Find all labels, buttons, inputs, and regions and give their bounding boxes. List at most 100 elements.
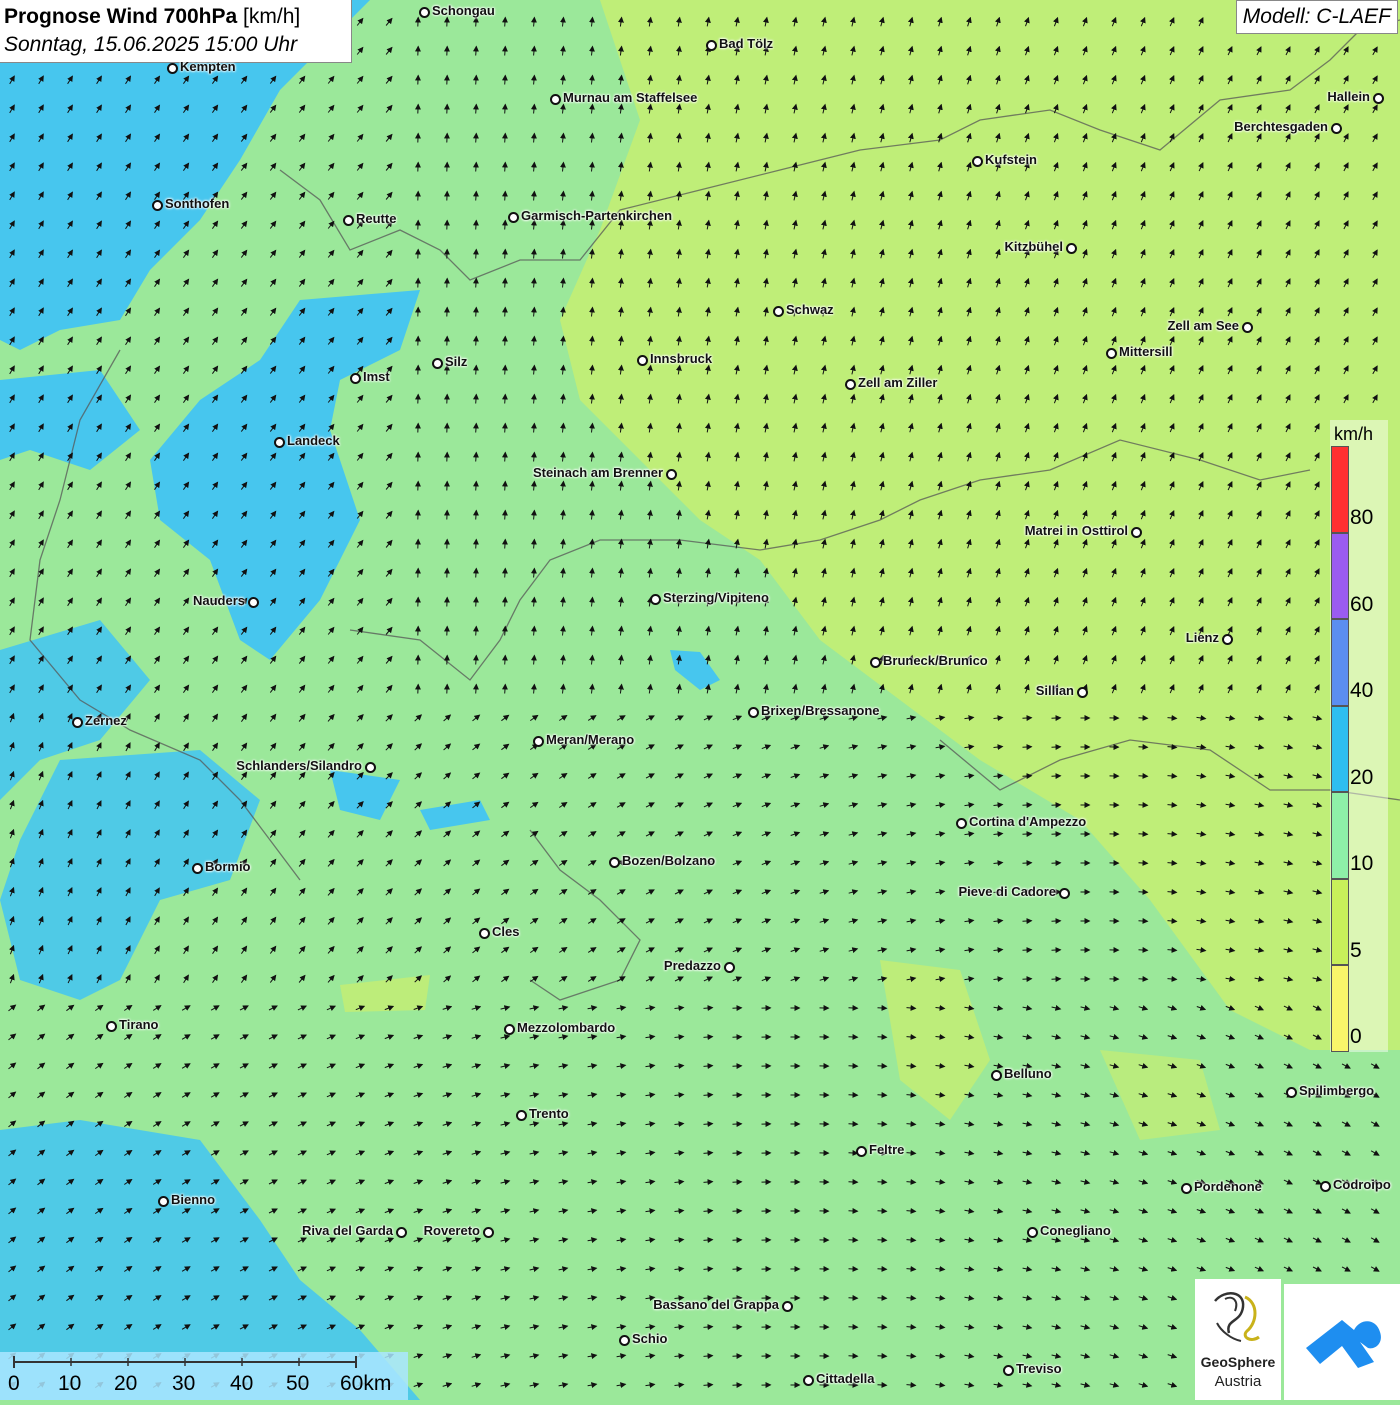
wind-arrow	[878, 1008, 887, 1009]
city-marker	[1331, 123, 1342, 134]
scale-label: 20	[114, 1372, 137, 1396]
wind-arrow	[505, 192, 506, 201]
wind-arrow	[476, 250, 477, 259]
city-marker	[504, 1024, 515, 1035]
city-label: Steinach am Brenner	[533, 465, 663, 480]
city-marker	[1027, 1227, 1038, 1238]
wind-arrow	[1139, 805, 1148, 806]
wind-arrow	[1139, 747, 1148, 748]
legend-label: 60	[1350, 593, 1373, 617]
wind-arrow	[1139, 834, 1148, 835]
wind-arrow	[505, 627, 506, 636]
wind-arrow	[476, 598, 477, 607]
city-label: Imst	[363, 369, 390, 384]
city-marker	[956, 818, 967, 829]
city-label: Garmisch-Partenkirchen	[521, 208, 672, 223]
city-label: Schlanders/Silandro	[236, 758, 362, 773]
city-label: Reutte	[356, 211, 396, 226]
city-marker	[650, 594, 661, 605]
city-label: Zell am Ziller	[858, 375, 937, 390]
legend-label: 5	[1350, 939, 1362, 963]
map-datetime: Sonntag, 15.06.2025 15:00 Uhr	[4, 31, 347, 59]
city-marker	[748, 707, 759, 718]
city-label: Sterzing/Vipiteno	[663, 590, 769, 605]
wind-arrow	[505, 395, 506, 404]
city-label: Schio	[632, 1331, 667, 1346]
city-label: Hallein	[1327, 89, 1370, 104]
city-label: Cortina d'Ampezzo	[969, 814, 1086, 829]
wind-arrow	[476, 134, 477, 143]
wind-arrow	[476, 76, 477, 85]
city-label: Zell am See	[1167, 318, 1239, 333]
city-label: Feltre	[869, 1142, 904, 1157]
city-marker	[1320, 1181, 1331, 1192]
legend-color-segment	[1331, 879, 1349, 966]
city-marker	[365, 762, 376, 773]
wind-arrow	[1023, 747, 1032, 748]
city-label: Bienno	[171, 1192, 215, 1207]
wind-arrow	[1023, 921, 1032, 922]
wind-arrow	[476, 47, 477, 56]
wind-arrow	[1023, 718, 1032, 719]
wind-arrow	[878, 1095, 887, 1096]
wind-arrow	[505, 656, 506, 665]
wind-arrow	[1139, 921, 1148, 922]
legend-label: 20	[1350, 766, 1373, 790]
scale-label: 50	[286, 1372, 309, 1396]
title-box: Prognose Wind 700hPa [km/h] Sonntag, 15.…	[0, 0, 352, 63]
scale-label: 60km	[340, 1372, 391, 1396]
wind-arrow	[505, 540, 506, 549]
city-label: Brixen/Bressanone	[761, 703, 880, 718]
wind-arrow	[476, 366, 477, 375]
city-marker	[1286, 1087, 1297, 1098]
legend-label: 10	[1350, 852, 1373, 876]
wind-arrow	[878, 1066, 887, 1067]
wind-arrow	[505, 366, 506, 375]
city-label: Murnau am Staffelsee	[563, 90, 697, 105]
cloud-arrow-icon	[1284, 1284, 1400, 1400]
model-label: Modell: C-LAEF	[1236, 0, 1398, 34]
city-marker	[396, 1227, 407, 1238]
city-marker	[106, 1021, 117, 1032]
city-marker	[972, 156, 983, 167]
wind-arrow	[476, 105, 477, 114]
city-label: Mezzolombardo	[517, 1020, 615, 1035]
wind-arrow	[476, 18, 477, 27]
city-label: Codroipo	[1333, 1177, 1391, 1192]
wind-arrow	[1023, 979, 1032, 980]
wind-arrow	[1139, 776, 1148, 777]
wind-arrow	[505, 511, 506, 520]
wind-arrow	[1023, 834, 1032, 835]
wind-arrow	[878, 1037, 887, 1038]
city-marker	[609, 857, 620, 868]
city-marker	[479, 928, 490, 939]
wind-arrow	[1023, 950, 1032, 951]
city-label: Rovereto	[424, 1223, 480, 1238]
wind-arrow	[505, 76, 506, 85]
wind-arrow	[878, 1385, 887, 1386]
city-label: Mittersill	[1119, 344, 1172, 359]
city-marker	[152, 200, 163, 211]
wind-arrow	[476, 221, 477, 230]
wind-arrow	[878, 1298, 887, 1299]
legend-unit: km/h	[1334, 424, 1373, 445]
city-label: Spilimbergo	[1299, 1083, 1374, 1098]
city-marker	[72, 717, 83, 728]
city-marker	[782, 1301, 793, 1312]
logo-name-line2: Austria	[1195, 1373, 1281, 1390]
wind-arrow	[1023, 863, 1032, 864]
legend-color-segment	[1331, 792, 1349, 879]
city-marker	[773, 306, 784, 317]
city-label: Riva del Garda	[302, 1223, 393, 1238]
city-marker	[508, 212, 519, 223]
city-label: Landeck	[287, 433, 340, 448]
wind-arrow	[476, 540, 477, 549]
legend-color-segment	[1331, 965, 1349, 1052]
city-label: Kempten	[180, 59, 236, 74]
city-label: Sonthofen	[165, 196, 229, 211]
city-label: Cittadella	[816, 1371, 875, 1386]
wind-arrow	[878, 1182, 887, 1183]
legend-label: 0	[1350, 1025, 1362, 1049]
wind-arrow	[476, 424, 477, 433]
city-marker	[432, 358, 443, 369]
